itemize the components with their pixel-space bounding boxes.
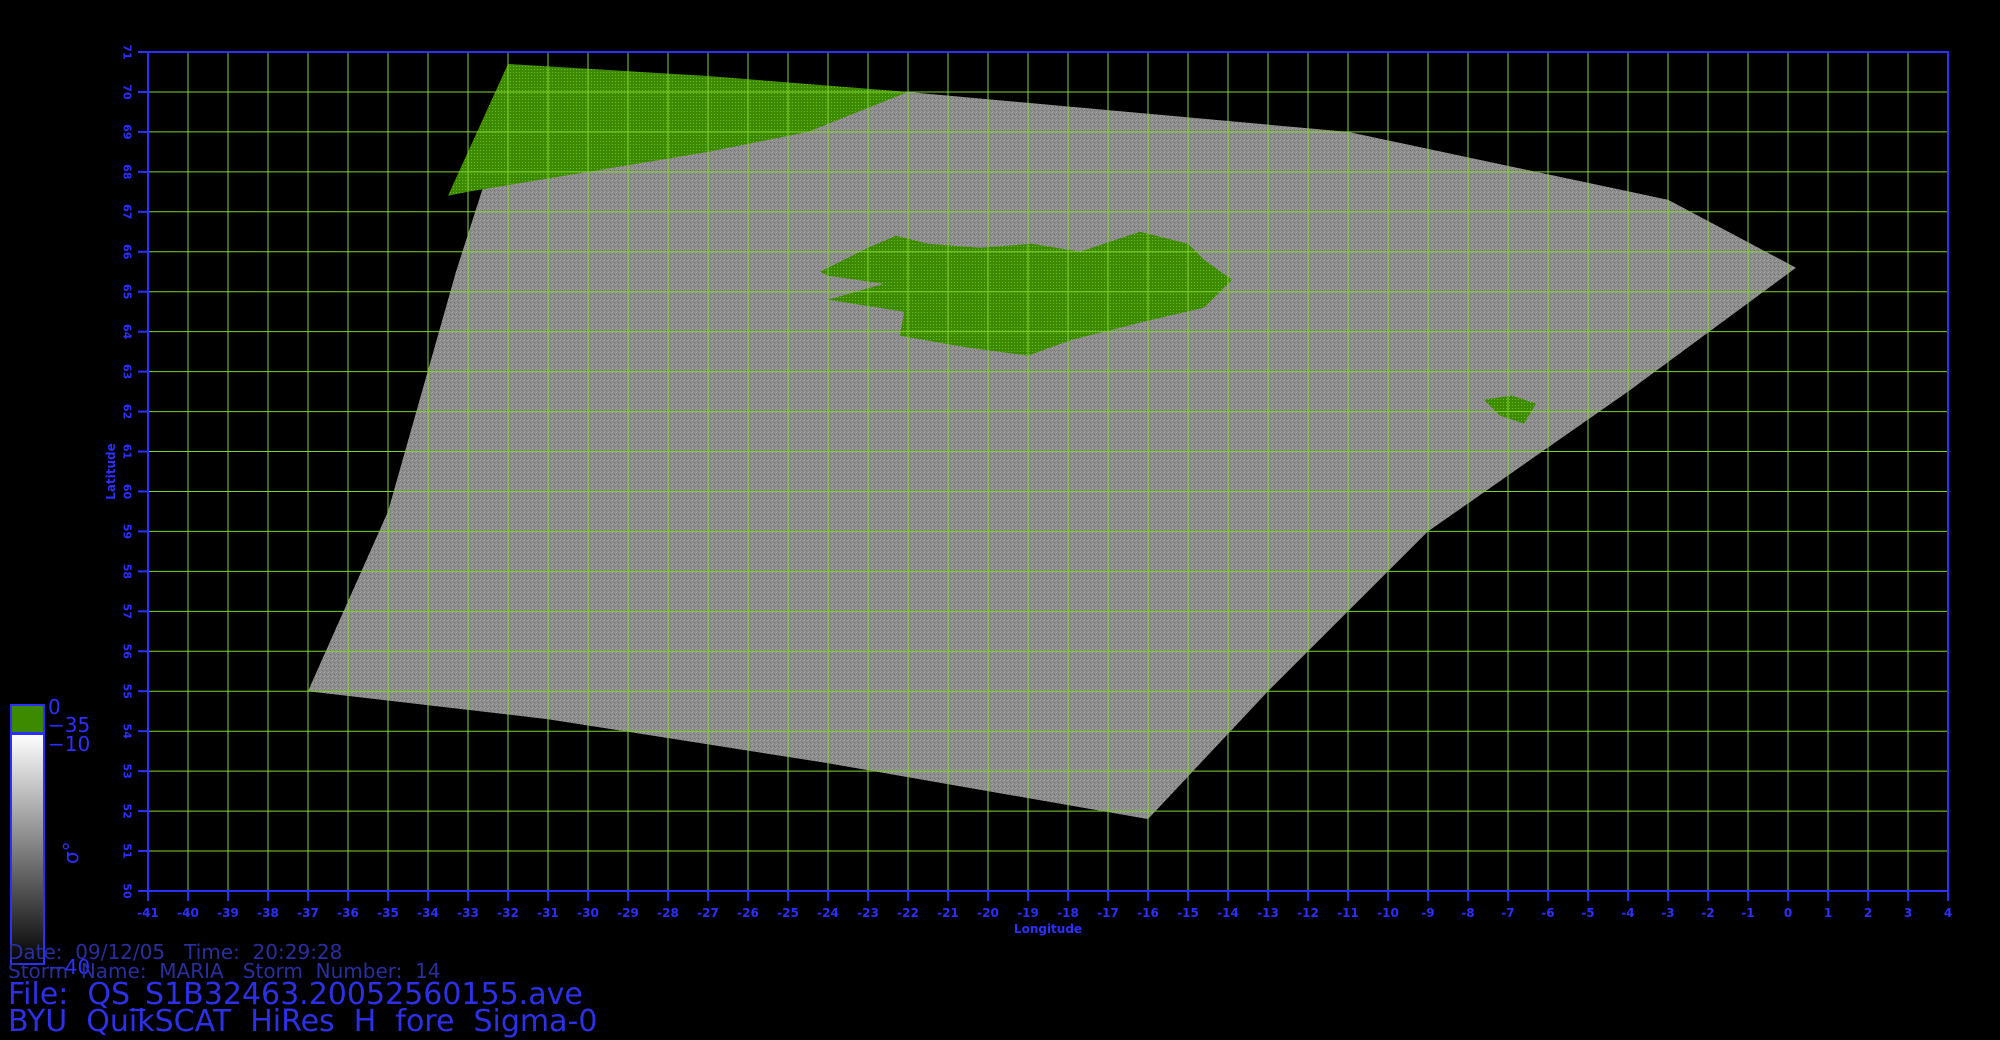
x-tick-label: -10 (1377, 906, 1399, 920)
colorbar-gradient (10, 733, 45, 965)
x-tick-label: -24 (817, 906, 839, 920)
y-tick-label: 54 (121, 724, 134, 740)
x-tick-label: -27 (697, 906, 719, 920)
y-tick-label: 70 (121, 84, 134, 100)
y-tick-label: 50 (121, 883, 134, 899)
x-tick-label: -22 (897, 906, 919, 920)
x-tick-label: -2 (1701, 906, 1714, 920)
x-tick-label: -40 (177, 906, 199, 920)
x-axis-title: Longitude (1014, 922, 1082, 936)
x-tick-label: 0 (1784, 906, 1792, 920)
y-tick-label: 69 (121, 124, 134, 139)
product-line: BYU QuikSCAT HiRes H fore Sigma-0 (8, 1004, 598, 1039)
colorbar-green-segment (10, 704, 45, 734)
x-tick-label: 3 (1904, 906, 1912, 920)
y-tick-label: 52 (121, 803, 134, 818)
x-tick-label: -5 (1581, 906, 1594, 920)
y-tick-label: 61 (121, 444, 134, 459)
y-tick-label: 53 (121, 763, 134, 778)
y-tick-label: 64 (121, 324, 134, 340)
x-tick-label: -18 (1057, 906, 1079, 920)
x-tick-label: 1 (1824, 906, 1832, 920)
y-axis-title: Latitude (104, 443, 118, 500)
x-tick-label: -14 (1217, 906, 1239, 920)
x-tick-label: -29 (617, 906, 639, 920)
y-tick-label: 56 (121, 644, 134, 660)
x-tick-label: -39 (217, 906, 239, 920)
y-tick-label: 60 (121, 484, 134, 500)
x-tick-label: -21 (937, 906, 959, 920)
colorbar-label-lower-mid: −10 (48, 732, 90, 756)
x-tick-label: 2 (1864, 906, 1872, 920)
x-tick-label: -35 (377, 906, 399, 920)
x-tick-label: -11 (1337, 906, 1359, 920)
colorbar: 0 −35 −10 −40 σ° (10, 695, 90, 979)
y-tick-label: 65 (121, 284, 134, 299)
x-tick-label: -9 (1421, 906, 1434, 920)
y-tick-label: 59 (121, 524, 134, 539)
x-tick-label: -25 (777, 906, 799, 920)
x-tick-label: -26 (737, 906, 759, 920)
x-tick-label: -3 (1661, 906, 1674, 920)
colorbar-symbol: σ° (59, 841, 83, 864)
x-tick-label: -38 (257, 906, 279, 920)
x-tick-label: -12 (1297, 906, 1319, 920)
x-tick-label: -23 (857, 906, 879, 920)
y-tick-label: 67 (121, 204, 134, 219)
x-tick-label: -37 (297, 906, 319, 920)
y-tick-label: 63 (121, 364, 134, 379)
y-tick-label: 66 (121, 244, 134, 260)
x-tick-label: -17 (1097, 906, 1119, 920)
x-tick-label: -30 (577, 906, 599, 920)
x-tick-label: -36 (337, 906, 359, 920)
x-tick-label: -28 (657, 906, 679, 920)
x-tick-label: -33 (457, 906, 479, 920)
x-tick-label: -16 (1137, 906, 1159, 920)
x-tick-label: -13 (1257, 906, 1279, 920)
x-tick-label: -8 (1461, 906, 1474, 920)
x-tick-label: -20 (977, 906, 999, 920)
x-tick-label: -19 (1017, 906, 1039, 920)
x-tick-label: -1 (1741, 906, 1754, 920)
y-tick-label: 62 (121, 404, 134, 419)
y-tick-label: 68 (121, 164, 134, 179)
x-tick-label: -41 (137, 906, 159, 920)
map-plot: -41 -40 -39 -38 -37 -36 -35 -34 -33 -32 -31 -30 -29-… (10, 44, 1952, 979)
y-tick-label: 71 (121, 44, 134, 59)
x-tick-label: 4 (1944, 906, 1952, 920)
x-tick-label: -6 (1541, 906, 1554, 920)
x-tick-label: -7 (1501, 906, 1514, 920)
y-tick-label: 51 (121, 843, 134, 858)
y-tick-label: 57 (121, 604, 134, 619)
x-tick-label: -15 (1177, 906, 1199, 920)
x-tick-label: -31 (537, 906, 559, 920)
x-tick-label: -32 (497, 906, 519, 920)
y-tick-label: 55 (121, 684, 134, 699)
x-tick-label: -34 (417, 906, 439, 920)
y-tick-label: 58 (121, 564, 134, 579)
x-tick-label: -4 (1621, 906, 1634, 920)
